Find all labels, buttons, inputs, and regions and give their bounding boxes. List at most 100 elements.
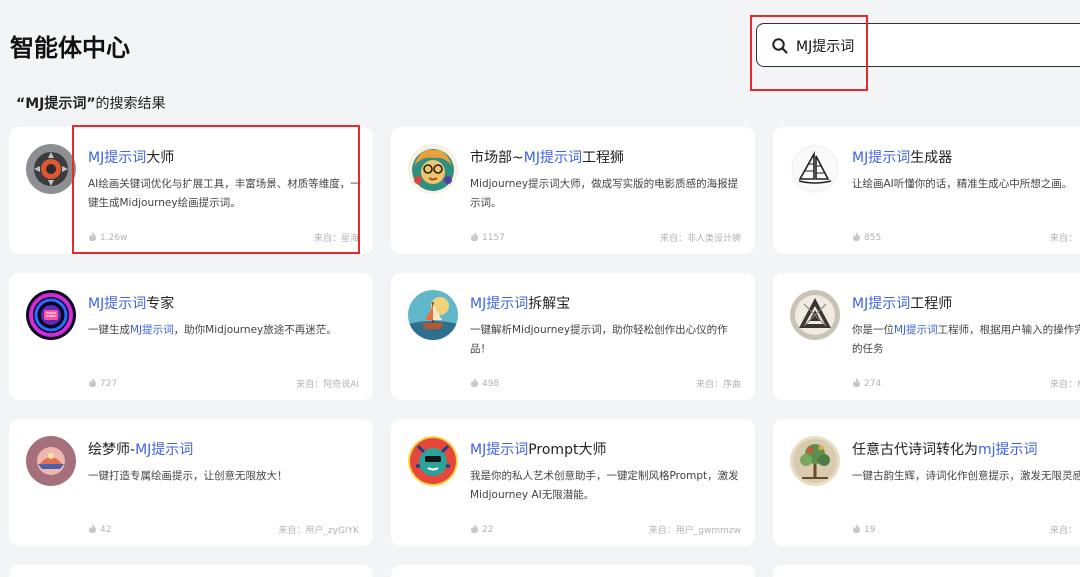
agent-title[interactable]: MJ提示词工程师 <box>852 293 1080 313</box>
agent-card[interactable]: 绘梦师-MJ提示词 一键打造专属绘画提示，让创意无限放大！ 42 来自：用户_zyGI… <box>9 419 373 546</box>
usage-count: 22 <box>471 524 493 536</box>
agent-description: 一键解析Midjourney提示词，助你轻松创作出心仪的作品！ <box>470 321 743 359</box>
fire-icon <box>89 378 96 390</box>
agent-avatar <box>26 436 76 486</box>
agent-description: 让绘画AI听懂你的话，精准生成心中所想之画。 <box>852 175 1080 194</box>
fire-icon <box>89 232 96 244</box>
agent-title-keyword: mj提示词 <box>978 442 1038 458</box>
agent-description: AI绘画关键词优化与扩展工具，丰富场景、材质等维度，一键生成Midjourney… <box>88 175 361 213</box>
usage-count: 1157 <box>471 232 505 244</box>
agent-source: 来自：M <box>1050 380 1080 390</box>
agent-title-suffix: 生成器 <box>910 150 953 166</box>
usage-count-value: 22 <box>482 525 494 535</box>
agent-title-keyword: MJ提示词 <box>852 296 911 312</box>
agent-title-keyword: MJ提示词 <box>88 150 147 166</box>
agent-title[interactable]: MJ提示词专家 <box>88 293 363 313</box>
usage-count: 42 <box>89 524 111 536</box>
usage-count-value: 19 <box>864 525 876 535</box>
agent-avatar <box>790 144 840 194</box>
agent-title-prefix: 市场部~ <box>470 150 524 166</box>
agent-title-keyword: MJ提示词 <box>852 150 911 166</box>
usage-count: 855 <box>853 232 881 244</box>
agent-card[interactable]: MJ提示词工程师你是一位MJ提示词工程师，根据用户输入的操作完成对应的任务274… <box>773 273 1080 400</box>
agent-description-text: AI绘画关键词优化与扩展工具，丰富场景、材质等维度，一键生成Midjourney… <box>88 178 361 209</box>
agent-title[interactable]: 绘梦师-MJ提示词 <box>88 439 363 459</box>
agent-title-keyword: MJ提示词 <box>470 296 529 312</box>
agent-description-text: 我是你的私人艺术创意助手，一键定制风格Prompt，激发Midjourney A… <box>470 470 739 501</box>
fire-icon <box>853 378 860 390</box>
agent-avatar <box>408 144 458 194</box>
agent-title-keyword: MJ提示词 <box>135 442 194 458</box>
search-input[interactable] <box>796 34 1076 58</box>
agent-card[interactable]: MJ提示词大师 AI绘画关键词优化与扩展工具，丰富场景、材质等维度，一键生成Mid… <box>9 127 373 254</box>
agent-description-text: 一键解析Midjourney提示词，助你轻松创作出心仪的作品！ <box>470 324 728 355</box>
search-results-label: “MJ提示词”的搜索结果 <box>16 93 166 113</box>
usage-count-value: 855 <box>864 233 882 243</box>
usage-count-value: 42 <box>100 525 112 535</box>
usage-count-value: 498 <box>482 379 500 389</box>
agent-description-text: 你是一位 <box>852 324 894 336</box>
usage-count: 498 <box>471 378 499 390</box>
search-box[interactable] <box>756 23 1080 67</box>
agent-title-suffix: 大师 <box>146 150 175 166</box>
agent-card-partial[interactable] <box>391 565 755 577</box>
fire-icon <box>471 232 478 244</box>
agent-description-text: 让绘画AI听懂你的话，精准生成心中所想之画。 <box>852 178 1073 190</box>
agent-card[interactable]: MJ提示词拆解宝一键解析Midjourney提示词，助你轻松创作出心仪的作品！ 4… <box>391 273 755 400</box>
agent-title-keyword: MJ提示词 <box>470 442 529 458</box>
agent-title[interactable]: MJ提示词大师 <box>88 147 363 167</box>
agent-title-keyword: MJ提示词 <box>523 150 582 166</box>
agent-source: 来自：序曲 <box>695 380 741 390</box>
agent-source: 来自：星海 <box>313 234 359 244</box>
agent-description: 一键打造专属绘画提示，让创意无限放大！ <box>88 467 361 486</box>
agent-card[interactable]: MJ提示词Prompt大师我是你的私人艺术创意助手，一键定制风格Prompt，激… <box>391 419 755 546</box>
agent-center-page: 智能体中心 “MJ提示词”的搜索结果 MJ提示词大师AI绘画关键词优化与扩展工具… <box>0 0 1080 577</box>
usage-count-value: 274 <box>864 379 882 389</box>
agent-source: 来自：用户_zyGIYK <box>278 526 359 536</box>
usage-count: 727 <box>89 378 117 390</box>
fire-icon <box>853 232 860 244</box>
agent-card-partial[interactable] <box>773 565 1080 577</box>
usage-count: 19 <box>853 524 875 536</box>
agent-avatar <box>408 436 458 486</box>
agent-card[interactable]: MJ提示词专家 一键生成MJ提示词，助你Midjourney旅途不再迷茫。 727 来… <box>9 273 373 400</box>
agent-card-partial[interactable] <box>9 565 373 577</box>
agent-description: Midjourney提示词大师，做成写实版的电影质感的海报提示词。 <box>470 175 743 213</box>
usage-count-value: 727 <box>100 379 118 389</box>
agent-title-suffix: Prompt大师 <box>528 442 607 458</box>
agent-title-suffix: 拆解宝 <box>528 296 571 312</box>
agent-description-text: Midjourney提示词大师，做成写实版的电影质感的海报提示词。 <box>470 178 739 209</box>
agent-title-keyword: MJ提示词 <box>88 296 147 312</box>
agent-title[interactable]: 任意古代诗词转化为mj提示词 <box>852 439 1080 459</box>
agent-avatar <box>790 290 840 340</box>
page-title: 智能体中心 <box>10 34 130 62</box>
agent-source: 来自：非人类设计狮 <box>659 234 741 244</box>
fire-icon <box>853 524 860 536</box>
usage-count: 1.26w <box>89 232 127 244</box>
usage-count-value: 1.26w <box>100 233 128 243</box>
agent-title-suffix: 工程狮 <box>581 150 624 166</box>
agent-title[interactable]: MJ提示词Prompt大师 <box>470 439 745 459</box>
agent-title[interactable]: MJ提示词拆解宝 <box>470 293 745 313</box>
agent-source: 来自： <box>1050 234 1078 244</box>
agent-source: 来自：阿奇说AI <box>296 380 359 390</box>
fire-icon <box>471 378 478 390</box>
usage-count-value: 1157 <box>482 233 505 243</box>
agent-title-suffix: 工程师 <box>910 296 953 312</box>
agent-title[interactable]: MJ提示词生成器 <box>852 147 1080 167</box>
agent-card[interactable]: MJ提示词生成器让绘画AI听懂你的话，精准生成心中所想之画。 855 来自： <box>773 127 1080 254</box>
fire-icon <box>89 524 96 536</box>
agent-description-text: ，助你Midjourney旅途不再迷茫。 <box>173 324 337 336</box>
search-icon[interactable] <box>771 37 789 55</box>
agent-source: 来自：用户_gwmmzw <box>648 526 741 536</box>
agent-description: 你是一位MJ提示词工程师，根据用户输入的操作完成对应的任务 <box>852 321 1080 359</box>
agent-card[interactable]: 市场部~MJ提示词工程狮 Midjourney提示词大师，做成写实版的电影质感的海… <box>391 127 755 254</box>
agent-description: 一键生成MJ提示词，助你Midjourney旅途不再迷茫。 <box>88 321 361 340</box>
search-results-query: “MJ提示词” <box>16 96 96 112</box>
agent-description-keyword: MJ提示词 <box>894 324 938 336</box>
agent-card[interactable]: 任意古代诗词转化为mj提示词 一键古韵生辉，诗词化作创意提示，激发无限灵感 19 来自… <box>773 419 1080 546</box>
agent-description: 我是你的私人艺术创意助手，一键定制风格Prompt，激发Midjourney A… <box>470 467 743 505</box>
agent-description: 一键古韵生辉，诗词化作创意提示，激发无限灵感 <box>852 467 1080 486</box>
agent-title[interactable]: 市场部~MJ提示词工程狮 <box>470 147 745 167</box>
agent-avatar <box>26 290 76 340</box>
